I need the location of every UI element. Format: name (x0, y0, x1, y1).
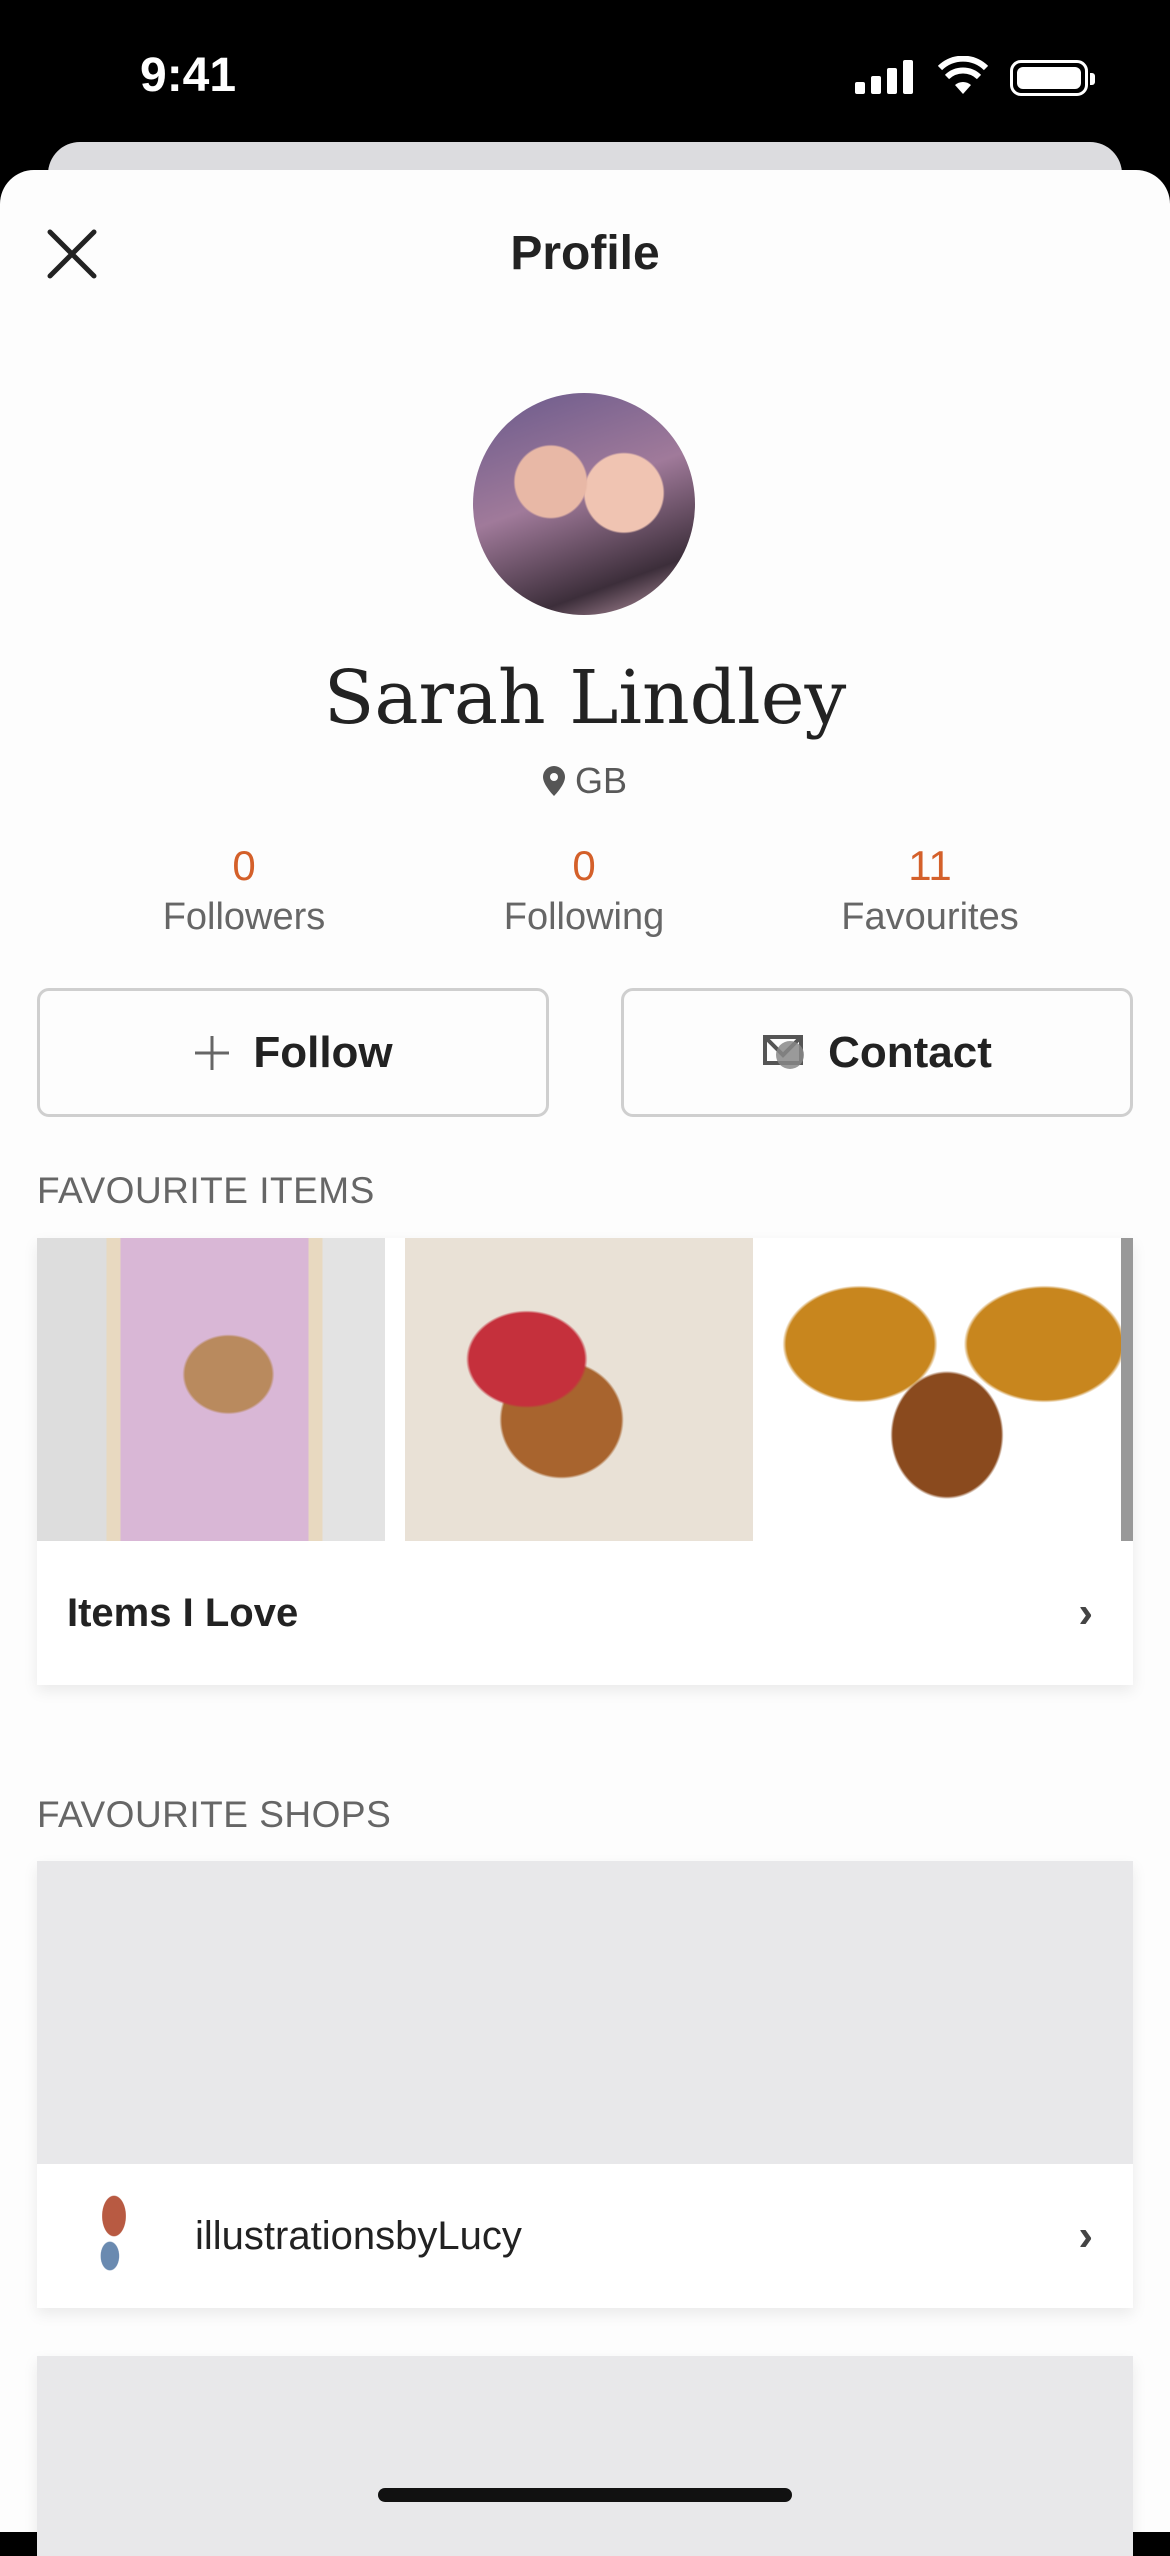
contact-label: Contact (828, 1027, 992, 1077)
home-indicator[interactable] (378, 2488, 792, 2502)
chevron-right-icon: › (1078, 2211, 1093, 2260)
stat-label: Followers (162, 896, 326, 938)
map-pin-icon (542, 766, 565, 796)
status-time: 9:41 (140, 49, 237, 102)
stat-value: 0 (572, 842, 596, 889)
stat-label: Favourites (841, 896, 1019, 938)
items-i-love-card[interactable]: Items I Love › (37, 1238, 1133, 1685)
shop-card[interactable]: illustrationsbyLucy › (37, 1861, 1133, 2308)
plus-icon (195, 1035, 230, 1070)
stat-following[interactable]: 0 Following (434, 842, 734, 939)
location-text: GB (574, 760, 627, 801)
stat-value: 11 (908, 842, 952, 889)
shop-logo (73, 2186, 155, 2286)
follow-button[interactable]: Follow (37, 988, 549, 1117)
contact-button[interactable]: Contact (621, 988, 1133, 1117)
profile-location: GB (0, 760, 1170, 802)
shop-card-next[interactable] (37, 2356, 1133, 2556)
favourite-shops-heading: FAVOURITE SHOPS (37, 1794, 392, 1835)
stat-favourites[interactable]: 11 Favourites (780, 842, 1080, 939)
battery-icon (1010, 60, 1095, 96)
item-image-basset-hound (773, 1238, 1133, 1541)
stat-value: 0 (232, 842, 256, 889)
follow-label: Follow (253, 1027, 393, 1077)
shop-name: illustrationsbyLucy (195, 2213, 522, 2258)
chevron-right-icon: › (1078, 1588, 1093, 1637)
item-image-lion-print (37, 1238, 385, 1541)
page-title: Profile (510, 227, 660, 280)
cellular-signal-icon (855, 60, 913, 94)
item-image-christmas-card (405, 1238, 753, 1541)
favourite-items-heading: FAVOURITE ITEMS (37, 1170, 375, 1211)
profile-name: Sarah Lindley (323, 655, 847, 741)
stat-label: Following (503, 896, 665, 938)
items-i-love-title: Items I Love (67, 1590, 299, 1635)
wifi-icon (938, 56, 988, 94)
avatar (473, 393, 695, 615)
stat-followers[interactable]: 0 Followers (94, 842, 394, 939)
shop-banner (37, 1861, 1133, 2164)
message-icon (763, 1034, 805, 1069)
